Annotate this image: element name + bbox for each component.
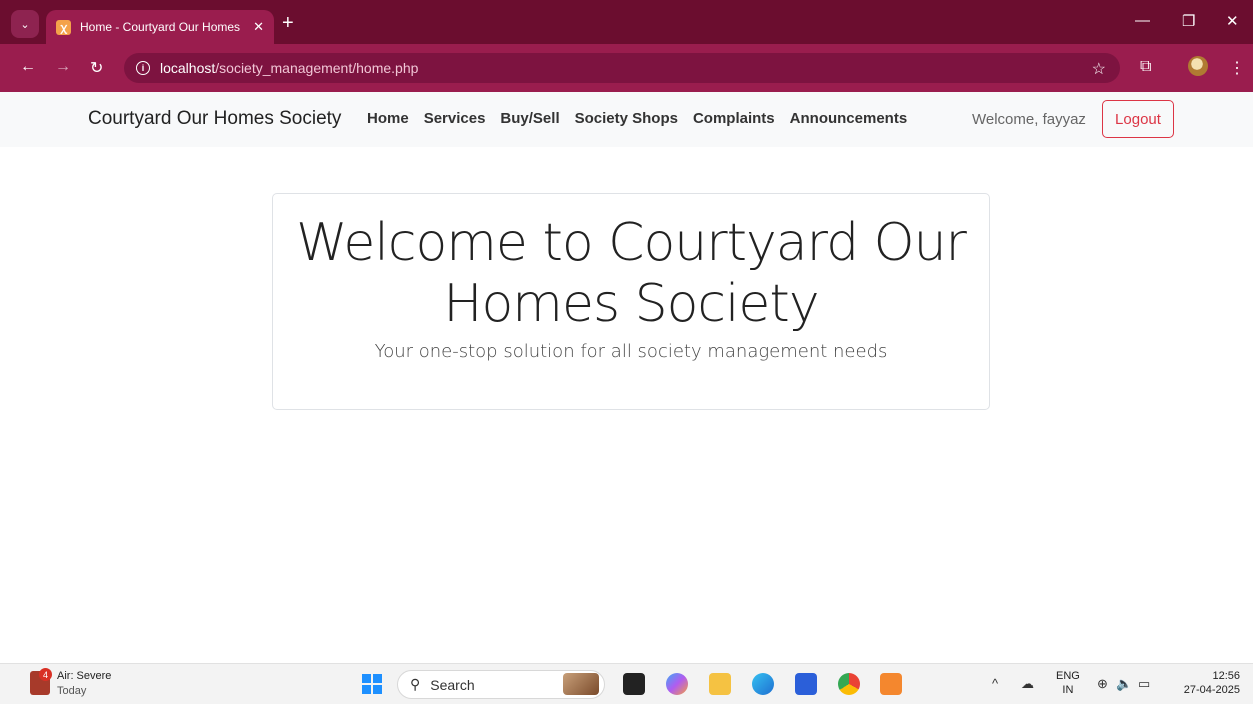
nav-links: Home Services Buy/Sell Society Shops Com…	[367, 110, 907, 127]
weather-day: Today	[57, 685, 87, 697]
profile-avatar[interactable]	[1188, 56, 1208, 76]
site-navbar: Courtyard Our Homes Society Home Service…	[0, 92, 1253, 147]
browser-toolbar: ← → ↻ i localhost/society_management/hom…	[0, 44, 1253, 92]
reload-icon[interactable]: ↻	[90, 58, 103, 78]
close-window-icon[interactable]: ✕	[1226, 12, 1239, 30]
battery-icon[interactable]: ▭	[1138, 676, 1150, 692]
logout-button[interactable]: Logout	[1102, 100, 1174, 138]
input-language[interactable]: ENG IN	[1056, 669, 1080, 697]
tab-title: Home - Courtyard Our Homes S	[80, 20, 240, 34]
xampp-icon[interactable]	[880, 673, 902, 695]
clock-date: 27-04-2025	[1183, 684, 1240, 696]
windows-taskbar: 4 Air: Severe Today ⚲ Search ^ ☁ ENG IN …	[0, 663, 1253, 704]
store-icon[interactable]	[795, 673, 817, 695]
start-button-icon[interactable]	[362, 674, 382, 694]
bookmark-star-icon[interactable]: ☆	[1092, 59, 1106, 79]
nav-complaints[interactable]: Complaints	[693, 110, 775, 127]
copilot-icon[interactable]	[666, 673, 688, 695]
nav-services[interactable]: Services	[424, 110, 486, 127]
clock-time: 12:56	[1212, 670, 1240, 682]
network-icon[interactable]: ⊕	[1097, 676, 1108, 692]
search-label: Search	[430, 676, 475, 693]
address-bar[interactable]: i localhost/society_management/home.php …	[124, 53, 1120, 83]
onedrive-icon[interactable]: ☁	[1021, 676, 1034, 692]
forward-icon[interactable]: →	[55, 58, 71, 76]
hero-card: Welcome to Courtyard Our Homes Society Y…	[272, 193, 990, 410]
url-host: localhost	[160, 60, 216, 76]
weather-alert-badge: 4	[39, 668, 52, 681]
task-view-icon[interactable]	[623, 673, 645, 695]
tray-chevron-icon[interactable]: ^	[992, 676, 998, 691]
welcome-user-text: Welcome, fayyaz	[972, 111, 1086, 128]
more-menu-icon[interactable]: ⋮	[1229, 58, 1245, 78]
tab-strip: ⌄ ꭓ Home - Courtyard Our Homes S ✕ + — ❐…	[0, 0, 1253, 44]
weather-status[interactable]: Air: Severe	[57, 670, 111, 682]
back-icon[interactable]: ←	[20, 58, 36, 76]
restore-icon[interactable]: ❐	[1182, 12, 1195, 30]
nav-announcements[interactable]: Announcements	[790, 110, 908, 127]
tab-search-menu-icon[interactable]: ⌄	[11, 10, 39, 38]
site-info-icon[interactable]: i	[136, 61, 150, 75]
navbar-brand[interactable]: Courtyard Our Homes Society	[88, 108, 341, 130]
hero-subtitle: Your one-stop solution for all society m…	[374, 341, 888, 362]
url-path: /society_management/home.php	[215, 60, 419, 76]
lang-region: IN	[1062, 684, 1074, 696]
volume-icon[interactable]: 🔈	[1116, 676, 1132, 692]
browser-window: ⌄ ꭓ Home - Courtyard Our Homes S ✕ + — ❐…	[0, 0, 1253, 663]
nav-home[interactable]: Home	[367, 110, 409, 127]
nav-society-shops[interactable]: Society Shops	[575, 110, 678, 127]
widget-app-icon[interactable]	[563, 673, 599, 695]
extensions-icon[interactable]: ⧉	[1140, 58, 1151, 76]
minimize-icon[interactable]: —	[1135, 12, 1150, 29]
lang-code: ENG	[1056, 670, 1080, 682]
file-explorer-icon[interactable]	[709, 673, 731, 695]
new-tab-icon[interactable]: +	[282, 13, 294, 33]
system-clock[interactable]: 12:56 27-04-2025	[1170, 669, 1240, 697]
chrome-icon[interactable]	[838, 673, 860, 695]
hero-title: Welcome to Courtyard Our Homes Society	[296, 213, 967, 334]
search-icon: ⚲	[410, 676, 421, 692]
nav-buy-sell[interactable]: Buy/Sell	[500, 110, 559, 127]
edge-icon[interactable]	[752, 673, 774, 695]
tab-close-icon[interactable]: ✕	[253, 19, 264, 35]
active-tab[interactable]: ꭓ Home - Courtyard Our Homes S ✕	[46, 10, 274, 44]
xampp-favicon-icon: ꭓ	[56, 19, 71, 35]
